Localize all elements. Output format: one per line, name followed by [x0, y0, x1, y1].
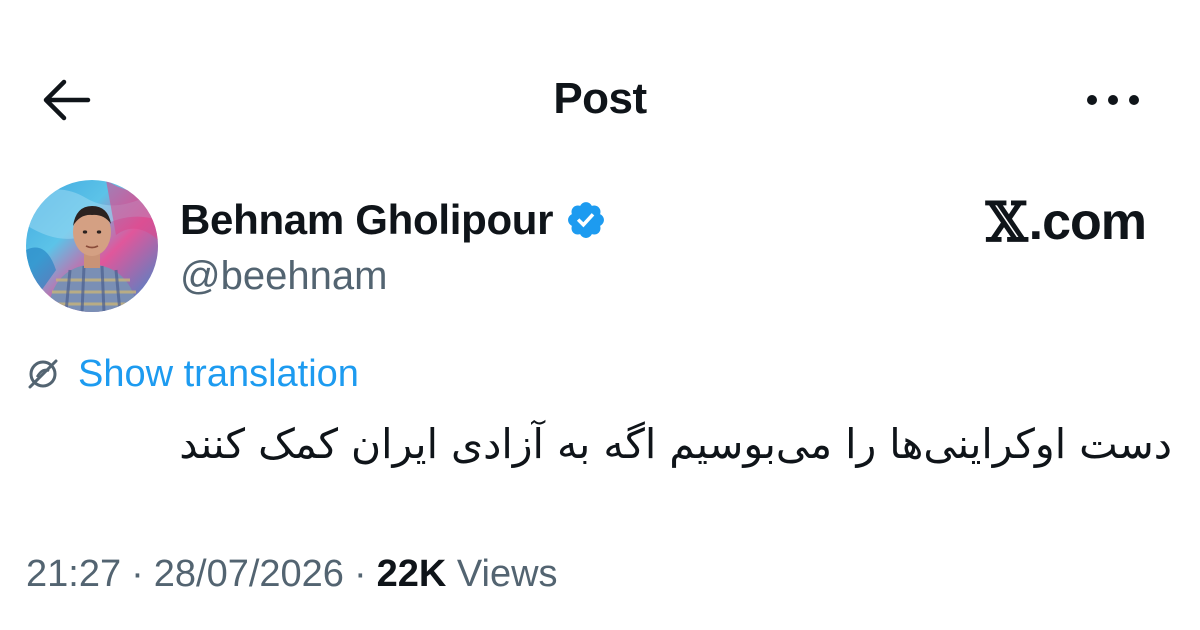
- author-name-row[interactable]: Behnam Gholipour: [180, 192, 607, 248]
- watermark-text: .com: [1028, 193, 1147, 251]
- x-logo-icon: 𝕏: [985, 190, 1028, 254]
- separator-dot: ·: [131, 553, 144, 595]
- globe-translate-icon: [28, 359, 58, 389]
- more-options-button[interactable]: [1082, 80, 1144, 120]
- post-date[interactable]: 28/07/2026: [154, 553, 344, 595]
- author-name: Behnam Gholipour: [180, 196, 554, 243]
- more-horizontal-icon: [1087, 95, 1139, 105]
- verified-badge-icon: [568, 202, 605, 238]
- show-translation-label: Show translation: [78, 352, 359, 395]
- post-meta: 21:27 · 28/07/2026 · 22K Views: [26, 550, 558, 598]
- show-translation-button[interactable]: Show translation: [24, 350, 359, 398]
- separator-dot: ·: [353, 553, 367, 595]
- tweet-text: دست اوکراینی‌ها را می‌بوسیم اگه به آزادی…: [179, 420, 1172, 468]
- avatar-photo: [26, 180, 158, 312]
- post-time[interactable]: 21:27: [26, 553, 121, 595]
- avatar[interactable]: [26, 180, 158, 312]
- views-label: Views: [456, 553, 558, 595]
- x-com-watermark: 𝕏 .com: [985, 190, 1147, 254]
- post-page: Post Behnam Gholipour @beehnam 𝕏 .com Sh…: [0, 0, 1200, 630]
- author-handle[interactable]: @beehnam: [180, 252, 387, 300]
- page-title: Post: [553, 74, 647, 123]
- views-count: 22K: [376, 553, 447, 595]
